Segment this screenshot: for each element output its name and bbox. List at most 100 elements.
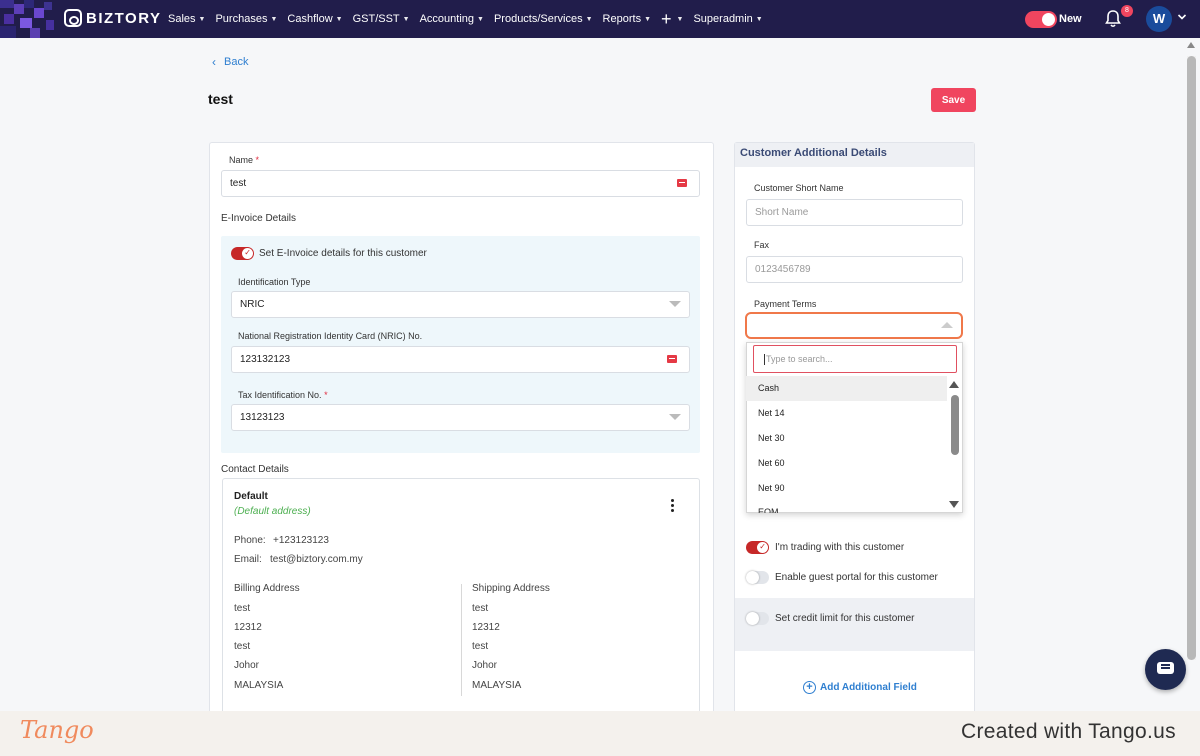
chevron-down-icon: ▼ (477, 15, 484, 23)
nric-input[interactable]: 123132123 (231, 346, 690, 373)
additional-details-title: Customer Additional Details (740, 147, 887, 159)
new-ui-toggle[interactable] (1025, 11, 1057, 28)
scroll-down-arrow-icon[interactable] (949, 501, 959, 508)
billing-address-label: Billing Address (234, 583, 300, 594)
billing-line: MALAYSIA (234, 680, 284, 691)
text-cursor (764, 354, 765, 366)
nav-gst-sst[interactable]: GST/SST ▼ (353, 13, 410, 25)
fax-label: Fax (754, 240, 770, 250)
payment-terms-search-input[interactable]: Type to search... (753, 345, 957, 373)
tin-select[interactable]: 13123123 (231, 404, 690, 431)
save-button[interactable]: Save (931, 88, 976, 112)
einvoice-toggle-label: Set E-Invoice details for this customer (259, 248, 427, 259)
name-label-text: Name (229, 155, 254, 165)
back-link[interactable]: ‹ Back (212, 55, 248, 69)
bell-icon[interactable] (1105, 10, 1121, 28)
option-net-30[interactable]: Net 30 (746, 426, 947, 451)
credit-limit-section (735, 598, 974, 651)
tango-logo: Tango (20, 716, 94, 744)
billing-line: test (234, 641, 251, 652)
main-menu: Sales ▼ Purchases ▼ Cashflow ▼ GST/SST ▼ Acc… (168, 0, 773, 38)
nav-superadmin[interactable]: Superadmin ▼ (693, 13, 762, 25)
trading-toggle-label: I'm trading with this customer (775, 542, 905, 553)
chevron-left-icon: ‹ (212, 55, 216, 69)
shipping-line: test (472, 603, 489, 614)
contact-subtitle: (Default address) (234, 506, 311, 517)
option-net-14[interactable]: Net 14 (746, 401, 947, 426)
credit-limit-toggle[interactable] (746, 612, 769, 625)
chevron-down-icon: ▼ (755, 15, 763, 23)
guest-portal-toggle[interactable] (746, 571, 769, 584)
email-label: Email: (234, 554, 262, 565)
nav-gst-sst-label: GST/SST (352, 13, 400, 25)
nav-accounting-label: Accounting (419, 13, 475, 25)
keyboard-icon (667, 355, 677, 363)
chevron-down-icon: ▼ (270, 15, 278, 23)
chat-bubble-icon[interactable] (1145, 649, 1186, 690)
billing-line: Johor (234, 660, 260, 671)
chevron-down-icon[interactable] (1177, 12, 1187, 22)
phone-label: Phone: (234, 535, 266, 546)
tin-label-text: Tax Identification No. (238, 390, 322, 400)
plus-circle-icon: + (803, 681, 816, 694)
id-type-select[interactable]: NRIC (231, 291, 690, 318)
billing-line: 12312 (234, 622, 262, 633)
shipping-line: test (472, 641, 489, 652)
add-additional-field-button[interactable]: + Add Additional Field (803, 681, 917, 694)
option-net-60[interactable]: Net 60 (746, 451, 947, 476)
trading-toggle[interactable]: ✓ (746, 541, 769, 554)
nav-purchases[interactable]: Purchases ▼ (215, 13, 277, 25)
more-options-icon[interactable] (671, 499, 675, 513)
nav-quick-add[interactable]: + ▼ (661, 10, 683, 28)
name-input[interactable]: test (221, 170, 700, 197)
brand-logo[interactable]: BIZTORY (64, 9, 162, 27)
plus-icon: + (661, 9, 672, 29)
keyboard-icon (677, 179, 687, 187)
short-name-input[interactable]: Short Name (746, 199, 963, 226)
nav-accounting[interactable]: Accounting ▼ (420, 13, 484, 25)
tin-label: Tax Identification No. * (238, 390, 328, 400)
payment-terms-select[interactable] (745, 312, 963, 339)
nav-reports[interactable]: Reports ▼ (603, 13, 651, 25)
nav-sales[interactable]: Sales ▼ (168, 13, 205, 25)
back-label: Back (224, 56, 249, 68)
required-marker: * (255, 155, 260, 165)
nric-label: National Registration Identity Card (NRI… (238, 331, 423, 341)
nav-superadmin-label: Superadmin (693, 13, 753, 25)
nav-cashflow[interactable]: Cashflow ▼ (287, 13, 342, 25)
new-ui-label: New (1059, 13, 1082, 25)
chevron-down-icon: ▼ (335, 15, 343, 23)
id-type-label: Identification Type (238, 277, 311, 287)
required-marker: * (324, 390, 328, 400)
chevron-down-icon: ▼ (402, 15, 410, 23)
option-cash[interactable]: Cash (746, 376, 947, 401)
shipping-line: 12312 (472, 622, 500, 633)
shipping-line: Johor (472, 660, 498, 671)
nav-reports-label: Reports (602, 13, 642, 25)
biztory-logo-icon (64, 9, 82, 27)
notification-badge: 8 (1121, 5, 1133, 17)
user-avatar[interactable]: W (1146, 6, 1172, 32)
check-icon: ✓ (244, 248, 251, 257)
billing-line: test (234, 603, 251, 614)
nav-sales-label: Sales (168, 13, 196, 25)
shipping-line: MALAYSIA (472, 680, 522, 691)
top-navbar: BIZTORY Sales ▼ Purchases ▼ Cashflow ▼ GST/… (0, 0, 1200, 38)
phone-value: +123123123 (273, 535, 329, 546)
dropdown-scroll-thumb[interactable] (951, 395, 959, 455)
check-icon: ✓ (759, 542, 766, 551)
created-with-tango: Created with Tango.us (961, 720, 1176, 743)
option-net-90[interactable]: Net 90 (746, 476, 947, 501)
page-scroll-thumb[interactable] (1187, 56, 1196, 660)
nav-products-services[interactable]: Products/Services ▼ (494, 13, 593, 25)
fax-input[interactable]: 0123456789 (746, 256, 963, 283)
einvoice-toggle[interactable]: ✓ (231, 247, 254, 260)
scroll-up-arrow-icon[interactable] (949, 381, 959, 388)
guest-portal-toggle-label: Enable guest portal for this customer (775, 572, 938, 583)
option-eom[interactable]: EOM (746, 501, 947, 513)
chevron-down-icon: ▼ (644, 15, 652, 23)
caret-up-icon (941, 322, 953, 328)
page-scroll-up-arrow-icon[interactable] (1187, 42, 1195, 48)
caret-down-icon (669, 414, 681, 420)
einvoice-heading: E-Invoice Details (221, 213, 297, 224)
